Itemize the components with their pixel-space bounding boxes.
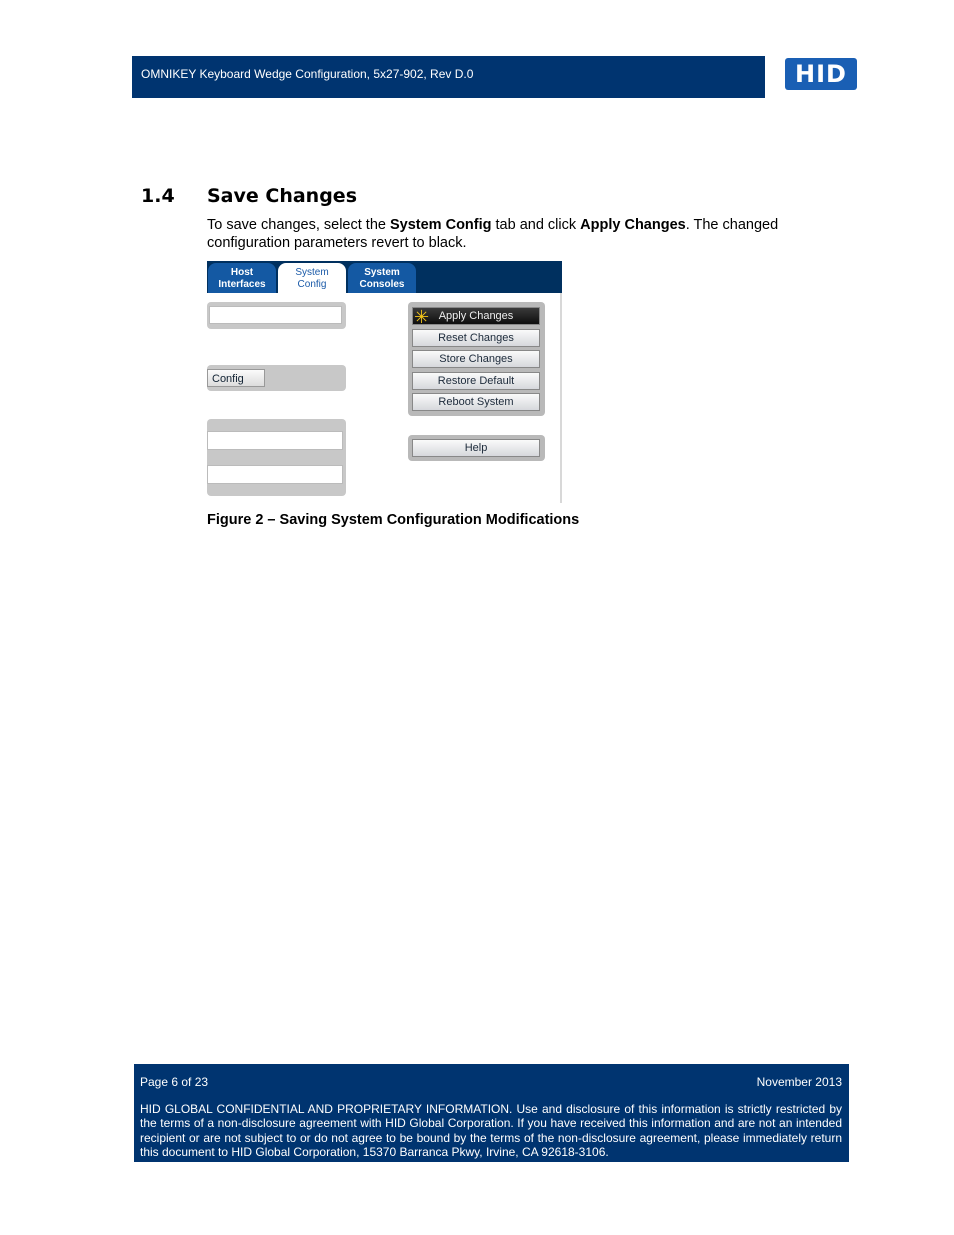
tab-label: Consoles: [359, 279, 405, 290]
tab-host-interfaces[interactable]: Host Interfaces: [208, 263, 276, 293]
figure-screenshot: Host Interfaces System Config System Consol…: [207, 261, 562, 503]
page-header: OMNIKEY Keyboard Wedge Configuration, 5x…: [132, 56, 765, 98]
reboot-system-button[interactable]: Reboot System: [412, 393, 540, 411]
section-number: 1.4: [141, 185, 175, 207]
page-footer: Page 6 of 23 November 2013 HID GLOBAL CO…: [134, 1064, 849, 1162]
page-number: Page 6 of 23: [140, 1075, 209, 1089]
document-page: OMNIKEY Keyboard Wedge Configuration, 5x…: [0, 0, 954, 1235]
text: To save changes, select the: [207, 217, 390, 233]
reset-changes-button[interactable]: Reset Changes: [412, 329, 540, 347]
panel-border: [560, 293, 562, 503]
apply-changes-button[interactable]: Apply Changes: [412, 307, 540, 325]
tab-system-config[interactable]: System Config: [278, 263, 346, 293]
hid-logo: HID: [785, 58, 857, 90]
hand-pointer-icon: ✳: [414, 307, 430, 327]
text-field[interactable]: [207, 465, 343, 484]
text: tab and click: [491, 217, 581, 233]
text-field[interactable]: [207, 431, 343, 450]
tab-label: System: [295, 267, 329, 278]
tab-label: Interfaces: [218, 279, 266, 290]
restore-default-button[interactable]: Restore Default: [412, 372, 540, 390]
tab-label: System: [364, 267, 400, 278]
store-changes-button[interactable]: Store Changes: [412, 350, 540, 368]
help-group: Help: [408, 435, 545, 461]
tab-label: Host: [230, 267, 254, 278]
tab-label: Config: [297, 279, 327, 290]
figure-caption: Figure 2 – Saving System Configuration M…: [207, 512, 580, 528]
header-title: OMNIKEY Keyboard Wedge Configuration, 5x…: [141, 67, 474, 81]
confidential-notice: HID GLOBAL CONFIDENTIAL AND PROPRIETARY …: [140, 1102, 842, 1159]
config-button[interactable]: Config: [207, 369, 265, 387]
tab-system-consoles[interactable]: System Consoles: [348, 263, 416, 293]
section-paragraph: To save changes, select the System Confi…: [207, 216, 827, 252]
help-button[interactable]: Help: [412, 439, 540, 457]
text-field[interactable]: [209, 306, 342, 324]
bold-text: System Config: [389, 217, 492, 233]
section-title: Save Changes: [207, 185, 358, 207]
footer-date: November 2013: [756, 1075, 842, 1089]
tab-bar: Host Interfaces System Config System Consol…: [207, 261, 562, 293]
bold-text: Apply Changes: [580, 217, 686, 233]
